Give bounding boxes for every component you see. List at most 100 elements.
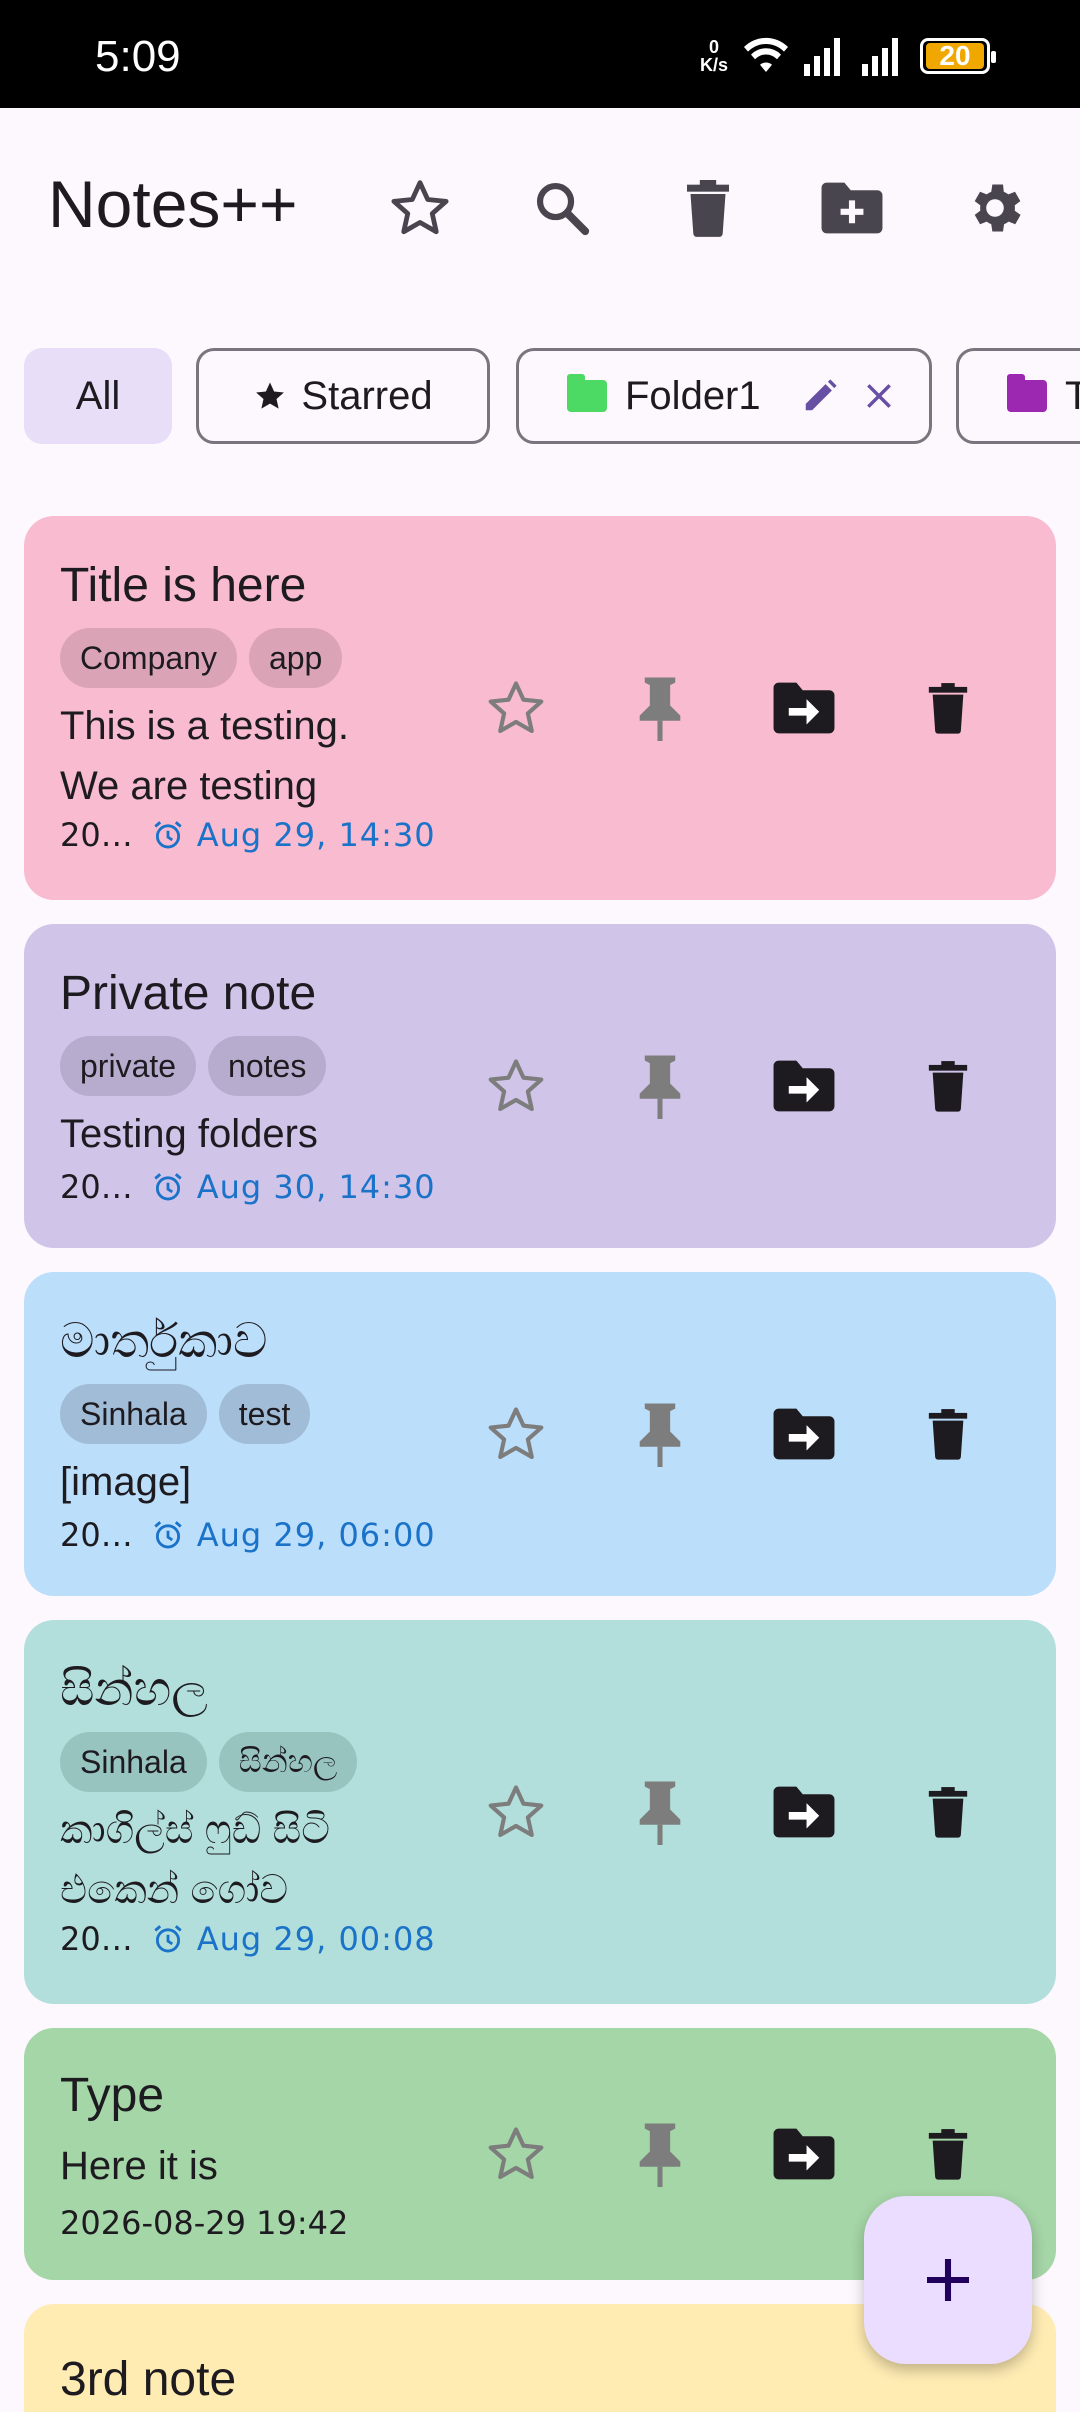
reminder: Aug 29, 14:30 — [151, 816, 436, 854]
trash-button[interactable] — [666, 166, 750, 250]
folder-chip-row: All Starred Folder1 T — [24, 348, 1080, 444]
star-filled-icon — [256, 382, 285, 409]
move-to-folder-button[interactable] — [762, 1044, 846, 1128]
delete-note-button[interactable] — [906, 1770, 990, 1854]
alarm-icon — [154, 1925, 182, 1953]
app-title: Notes++ — [48, 167, 298, 241]
star-note-button[interactable] — [474, 1044, 558, 1128]
move-to-folder-icon — [773, 2128, 835, 2180]
note-title: 3rd note — [60, 2353, 237, 2406]
note-actions — [24, 1392, 1056, 1476]
move-to-folder-icon — [773, 1060, 835, 1112]
pin-icon — [639, 677, 681, 741]
delete-note-button[interactable] — [906, 1392, 990, 1476]
note-meta: 20… Aug 29, 00:08 — [60, 1920, 436, 1958]
note-date: 20… — [60, 1516, 133, 1554]
plus-icon — [927, 2259, 969, 2301]
wifi-icon — [744, 37, 788, 72]
status-time: 5:09 — [95, 32, 181, 81]
close-icon[interactable] — [863, 380, 895, 412]
note-date: 20… — [60, 816, 133, 854]
star-outline-icon — [488, 1059, 544, 1112]
note-actions — [24, 2112, 1056, 2196]
reminder-time: Aug 29, 06:00 — [196, 1516, 436, 1554]
move-to-folder-button[interactable] — [762, 1392, 846, 1476]
trash-icon — [928, 2129, 968, 2180]
note-date: 20… — [60, 1168, 133, 1206]
star-note-button[interactable] — [474, 2112, 558, 2196]
note-meta: 20… Aug 29, 06:00 — [60, 1516, 436, 1554]
add-note-button[interactable] — [864, 2196, 1032, 2364]
trash-icon — [928, 1409, 968, 1460]
note-card[interactable]: Private note private notes Testing folde… — [24, 924, 1056, 1248]
delete-note-button[interactable] — [906, 666, 990, 750]
chip-starred-label: Starred — [301, 373, 433, 418]
move-to-folder-icon — [773, 1408, 835, 1460]
star-note-button[interactable] — [474, 666, 558, 750]
note-actions — [24, 1044, 1056, 1128]
reminder: Aug 29, 06:00 — [151, 1516, 436, 1554]
star-outline-icon — [488, 681, 544, 734]
reminder: Aug 29, 00:08 — [151, 1920, 436, 1958]
reminder-time: Aug 30, 14:30 — [196, 1168, 436, 1206]
pin-icon — [639, 1403, 681, 1467]
alarm-icon — [154, 1173, 182, 1201]
delete-note-button[interactable] — [906, 2112, 990, 2196]
chip-folder1[interactable]: Folder1 — [516, 348, 932, 444]
note-title: සින්හල — [60, 1663, 208, 1716]
pin-note-button[interactable] — [618, 666, 702, 750]
move-to-folder-icon — [773, 1786, 835, 1838]
note-title: Title is here — [60, 559, 307, 612]
reminder-time: Aug 29, 00:08 — [196, 1920, 436, 1958]
alarm-icon — [154, 821, 182, 849]
move-to-folder-button[interactable] — [762, 2112, 846, 2196]
pin-note-button[interactable] — [618, 1392, 702, 1476]
pin-icon — [639, 1781, 681, 1845]
trash-icon — [928, 683, 968, 734]
star-outline-icon — [488, 2127, 544, 2180]
delete-note-button[interactable] — [906, 1044, 990, 1128]
star-note-button[interactable] — [474, 1392, 558, 1476]
search-icon — [536, 182, 590, 236]
chip-all[interactable]: All — [24, 348, 172, 444]
alarm-icon — [154, 1521, 182, 1549]
star-outline-icon — [488, 1785, 544, 1838]
note-card[interactable]: සින්හල Sinhala සින්හල කාගිල්ස් ෆුඩ් සිටි… — [24, 1620, 1056, 2004]
note-title: Private note — [60, 967, 317, 1020]
star-note-button[interactable] — [474, 1770, 558, 1854]
gear-icon — [974, 184, 1021, 232]
search-button[interactable] — [520, 166, 604, 250]
signal-icon-1 — [804, 38, 840, 76]
pin-note-button[interactable] — [618, 1770, 702, 1854]
note-card[interactable]: මාර්තුකාව Sinhala test [image] 20… Aug 2… — [24, 1272, 1056, 1596]
pin-icon — [639, 1055, 681, 1119]
chip-folder2[interactable]: T — [956, 348, 1080, 444]
trash-icon — [928, 1787, 968, 1838]
edit-pencil-icon[interactable] — [801, 377, 839, 415]
battery-level: 20 — [926, 40, 984, 71]
pin-note-button[interactable] — [618, 1044, 702, 1128]
move-to-folder-button[interactable] — [762, 1770, 846, 1854]
note-meta: 20… Aug 29, 14:30 — [60, 816, 436, 854]
reminder: Aug 30, 14:30 — [151, 1168, 436, 1206]
chip-folder2-label: T — [1065, 373, 1080, 418]
signal-icon-2 — [862, 38, 898, 76]
move-to-folder-icon — [773, 682, 835, 734]
chip-starred[interactable]: Starred — [196, 348, 490, 444]
status-bar: 5:09 0 K/s 20 — [0, 0, 1080, 108]
move-to-folder-button[interactable] — [762, 666, 846, 750]
star-outline-icon — [391, 180, 449, 235]
note-date: 2026-08-29 19:42 — [60, 2204, 349, 2242]
note-title: මාර්තුකාව — [60, 1315, 268, 1368]
chip-all-label: All — [75, 373, 121, 418]
star-outline-icon — [488, 1407, 544, 1460]
settings-button[interactable] — [953, 166, 1037, 250]
add-folder-button[interactable] — [810, 166, 894, 250]
starred-filter-button[interactable] — [378, 166, 462, 250]
pin-icon — [639, 2123, 681, 2187]
pin-note-button[interactable] — [618, 2112, 702, 2196]
status-icons: 0 K/s 20 — [700, 34, 996, 78]
note-actions — [24, 666, 1056, 750]
note-actions — [24, 1770, 1056, 1854]
note-card[interactable]: Title is here Company app This is a test… — [24, 516, 1056, 900]
